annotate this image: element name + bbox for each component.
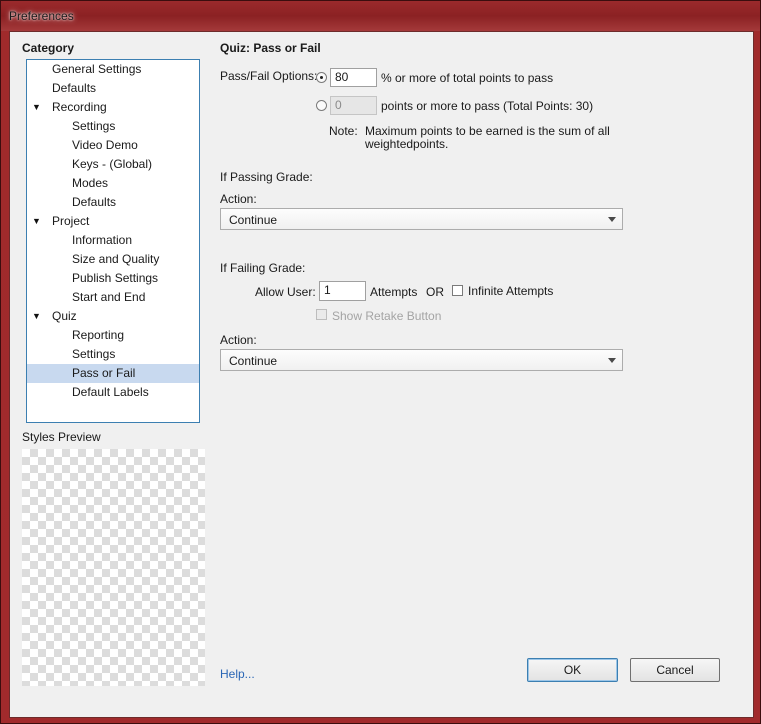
passing-action-value: Continue <box>229 213 278 227</box>
tree-item-label: Reporting <box>72 328 125 342</box>
attempts-text: Attempts <box>370 285 418 299</box>
category-tree[interactable]: General Settings Defaults ▼ Recording Settin… <box>26 59 200 423</box>
tree-item[interactable]: Start and End <box>27 288 199 307</box>
tree-item-label: Project <box>52 214 90 228</box>
points-input[interactable]: 0 <box>330 96 377 115</box>
tree-item[interactable]: ▼ Quiz <box>27 307 199 326</box>
note-line-2: weightedpoints. <box>365 137 449 151</box>
tree-item[interactable]: Size and Quality <box>27 250 199 269</box>
expand-arrow-icon[interactable]: ▼ <box>32 307 42 326</box>
help-link[interactable]: Help... <box>220 667 255 681</box>
pass-fail-options-label: Pass/Fail Options: <box>220 69 318 83</box>
passing-action-select[interactable]: Continue <box>220 208 623 230</box>
expand-arrow-icon[interactable]: ▼ <box>32 212 42 231</box>
infinite-attempts-checkbox[interactable] <box>452 285 463 296</box>
preferences-window: Preferences Category General Settings Def… <box>0 0 761 724</box>
infinite-attempts-label: Infinite Attempts <box>468 284 554 298</box>
tree-item-label: General Settings <box>52 62 142 76</box>
tree-item[interactable]: Defaults <box>27 193 199 212</box>
percent-radio[interactable] <box>316 72 327 83</box>
page-title: Quiz: Pass or Fail <box>220 41 321 55</box>
points-radio[interactable] <box>316 100 327 111</box>
tree-item-label: Recording <box>52 100 107 114</box>
ok-button[interactable]: OK <box>527 658 618 682</box>
tree-item[interactable]: Settings <box>27 345 199 364</box>
tree-item[interactable]: General Settings <box>27 60 199 79</box>
tree-item-label: Keys - (Global) <box>72 157 153 171</box>
tree-item[interactable]: ▼ Recording <box>27 98 199 117</box>
tree-item[interactable]: Keys - (Global) <box>27 155 199 174</box>
tree-item-label: Modes <box>72 176 109 190</box>
passing-grade-heading: If Passing Grade: <box>220 170 313 184</box>
dialog-body: Category General Settings Defaults ▼ Record… <box>9 31 754 718</box>
tree-item[interactable]: ▼ Project <box>27 212 199 231</box>
tree-item-label: Publish Settings <box>72 271 159 285</box>
tree-item-label: Settings <box>72 119 116 133</box>
tree-item[interactable]: Defaults <box>27 79 199 98</box>
failing-grade-heading: If Failing Grade: <box>220 261 306 275</box>
or-text: OR <box>426 285 444 299</box>
cancel-button[interactable]: Cancel <box>630 658 720 682</box>
tree-item[interactable]: Information <box>27 231 199 250</box>
attempts-input[interactable]: 1 <box>319 281 366 301</box>
styles-preview-area <box>22 449 205 686</box>
tree-item-label: Video Demo <box>72 138 138 152</box>
window-title: Preferences <box>9 9 74 23</box>
tree-item-label: Information <box>72 233 133 247</box>
category-heading: Category <box>22 41 75 55</box>
failing-action-label: Action: <box>220 333 257 347</box>
tree-item[interactable]: Modes <box>27 174 199 193</box>
tree-item-label: Start and End <box>72 290 146 304</box>
show-retake-checkbox[interactable] <box>316 309 327 320</box>
failing-action-select[interactable]: Continue <box>220 349 623 371</box>
styles-preview-label: Styles Preview <box>22 430 101 444</box>
percent-input[interactable]: 80 <box>330 68 377 87</box>
tree-item-label: Settings <box>72 347 116 361</box>
tree-item[interactable]: Video Demo <box>27 136 199 155</box>
failing-action-value: Continue <box>229 354 278 368</box>
tree-item[interactable]: Publish Settings <box>27 269 199 288</box>
tree-item[interactable]: Pass or Fail <box>27 364 199 383</box>
note-label: Note: <box>329 124 358 138</box>
tree-item[interactable]: Default Labels <box>27 383 199 402</box>
passing-action-label: Action: <box>220 192 257 206</box>
points-text: points or more to pass (Total Points: 30… <box>381 99 594 113</box>
tree-item-label: Default Labels <box>72 385 149 399</box>
tree-item-label: Pass or Fail <box>72 366 136 380</box>
expand-arrow-icon[interactable]: ▼ <box>32 98 42 117</box>
allow-user-label: Allow User: <box>255 285 316 299</box>
percent-text: % or more of total points to pass <box>381 71 554 85</box>
tree-item-label: Quiz <box>52 309 77 323</box>
tree-item-label: Size and Quality <box>72 252 160 266</box>
tree-item-label: Defaults <box>72 195 117 209</box>
tree-item-label: Defaults <box>52 81 97 95</box>
tree-item[interactable]: Reporting <box>27 326 199 345</box>
chevron-down-icon <box>608 358 616 363</box>
note-line-1: Maximum points to be earned is the sum o… <box>365 124 610 138</box>
tree-item[interactable]: Settings <box>27 117 199 136</box>
title-bar[interactable]: Preferences <box>1 1 760 31</box>
chevron-down-icon <box>608 217 616 222</box>
show-retake-label: Show Retake Button <box>332 309 442 323</box>
